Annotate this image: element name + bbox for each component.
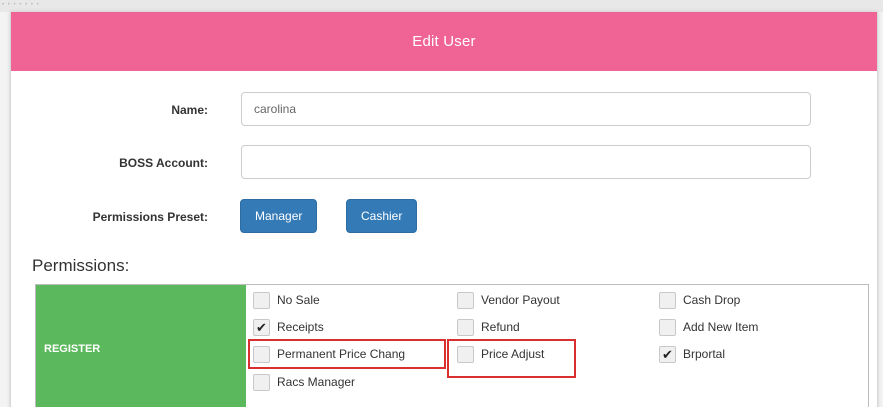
- cashier-preset-button[interactable]: Cashier: [346, 199, 418, 233]
- dialog-title: Edit User: [412, 33, 476, 50]
- permission-price-adjust[interactable]: Price Adjust: [457, 343, 647, 365]
- name-label: Name:: [171, 103, 208, 117]
- permission-no-sale[interactable]: No Sale: [253, 289, 443, 311]
- dialog-header: Edit User: [11, 12, 877, 71]
- refund-checkbox[interactable]: [457, 318, 474, 336]
- checkmark-icon: ✔: [662, 346, 673, 362]
- manager-preset-button[interactable]: Manager: [240, 199, 318, 233]
- permission-brportal[interactable]: ✔ Brportal: [659, 343, 849, 365]
- cash-drop-label: Cash Drop: [683, 293, 741, 307]
- add-new-item-checkbox[interactable]: [659, 318, 676, 336]
- background-page: [0, 0, 883, 12]
- no-sale-checkbox[interactable]: [253, 291, 270, 309]
- name-input[interactable]: [241, 92, 811, 126]
- receipts-label: Receipts: [277, 320, 324, 334]
- receipts-checkbox[interactable]: ✔: [253, 318, 270, 336]
- boss-account-row: BOSS Account:: [11, 145, 877, 181]
- permissions-table: REGISTER No Sale Vendor Payout Cash Drop…: [35, 284, 869, 407]
- racs-manager-checkbox[interactable]: [253, 373, 270, 391]
- cash-drop-checkbox[interactable]: [659, 291, 676, 309]
- vendor-payout-checkbox[interactable]: [457, 291, 474, 309]
- checkmark-icon: ✔: [256, 319, 267, 335]
- permission-vendor-payout[interactable]: Vendor Payout: [457, 289, 647, 311]
- vendor-payout-label: Vendor Payout: [481, 293, 560, 307]
- price-adjust-checkbox[interactable]: [457, 345, 474, 363]
- background-dots: • • • • • • •: [2, 2, 40, 8]
- brportal-checkbox[interactable]: ✔: [659, 345, 676, 363]
- permission-add-new-item[interactable]: Add New Item: [659, 316, 849, 338]
- add-new-item-label: Add New Item: [683, 320, 759, 334]
- permissions-preset-row: Permissions Preset: Manager Cashier: [11, 199, 877, 235]
- no-sale-label: No Sale: [277, 293, 320, 307]
- boss-account-label: BOSS Account:: [119, 156, 208, 170]
- register-group-name: REGISTER: [44, 343, 101, 355]
- permission-receipts[interactable]: ✔ Receipts: [253, 316, 443, 338]
- permission-cash-drop[interactable]: Cash Drop: [659, 289, 849, 311]
- refund-label: Refund: [481, 320, 520, 334]
- permissions-heading: Permissions:: [32, 256, 130, 275]
- permission-racs-manager[interactable]: Racs Manager: [253, 371, 443, 393]
- boss-account-input[interactable]: [241, 145, 811, 179]
- permanent-price-change-checkbox[interactable]: [253, 345, 270, 363]
- permission-permanent-price-change[interactable]: Permanent Price Chang: [253, 343, 443, 365]
- price-adjust-label: Price Adjust: [481, 347, 545, 361]
- permissions-preset-label: Permissions Preset:: [92, 210, 208, 224]
- screen: • • • • • • • Edit User Name: BOSS Accou…: [0, 0, 883, 407]
- name-row: Name:: [11, 92, 877, 128]
- brportal-label: Brportal: [683, 347, 726, 361]
- edit-user-dialog: Edit User Name: BOSS Account: Permission…: [10, 12, 878, 407]
- permanent-price-change-label: Permanent Price Chang: [277, 347, 406, 361]
- racs-manager-label: Racs Manager: [277, 375, 356, 389]
- register-group-label: REGISTER: [36, 285, 246, 407]
- permission-refund[interactable]: Refund: [457, 316, 647, 338]
